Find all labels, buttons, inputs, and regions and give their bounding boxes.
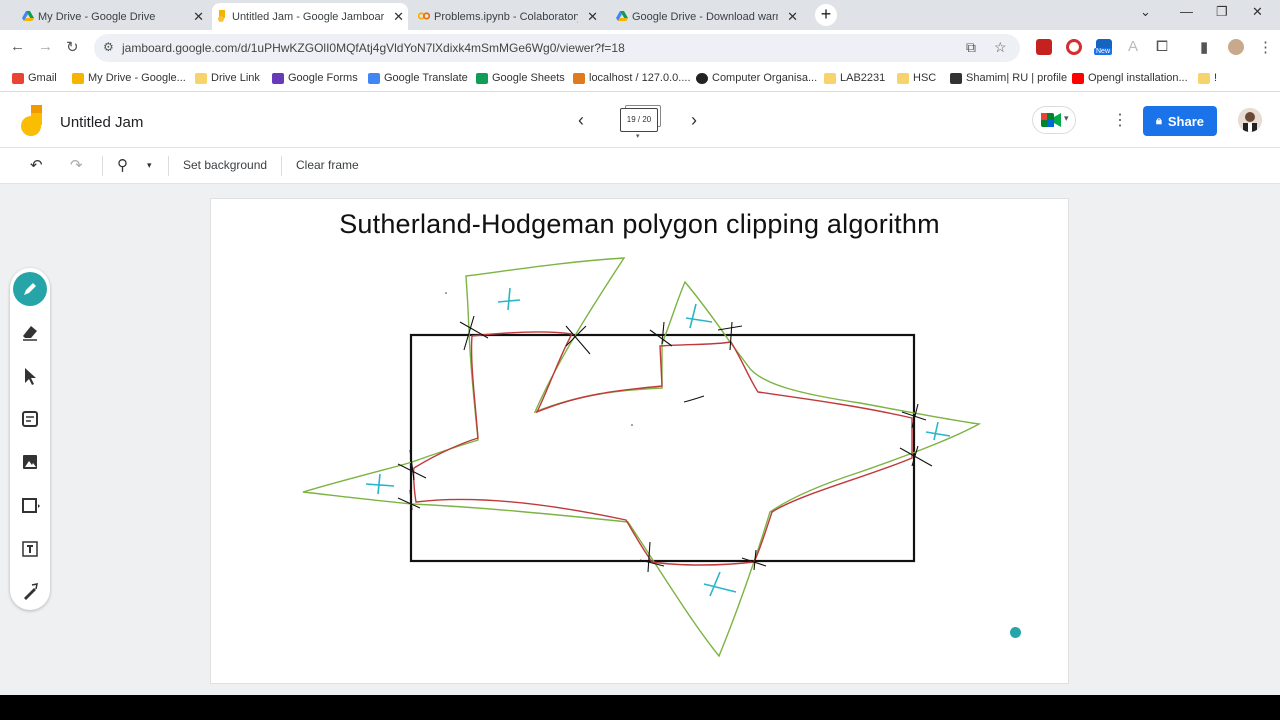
stray-dot [445,292,447,294]
pen-cursor [1010,627,1021,638]
green-polygon-stroke[interactable] [302,257,982,658]
bottom-bar [0,695,1280,720]
drawing-layer [302,257,982,658]
stray-dot [631,424,633,426]
intersection-marks [397,315,933,573]
browser-window: My Drive - Google Drive ✕ Untitled Jam -… [0,0,1280,695]
red-clipped-polygon-stroke[interactable] [412,331,913,566]
stray-stroke [683,395,705,403]
